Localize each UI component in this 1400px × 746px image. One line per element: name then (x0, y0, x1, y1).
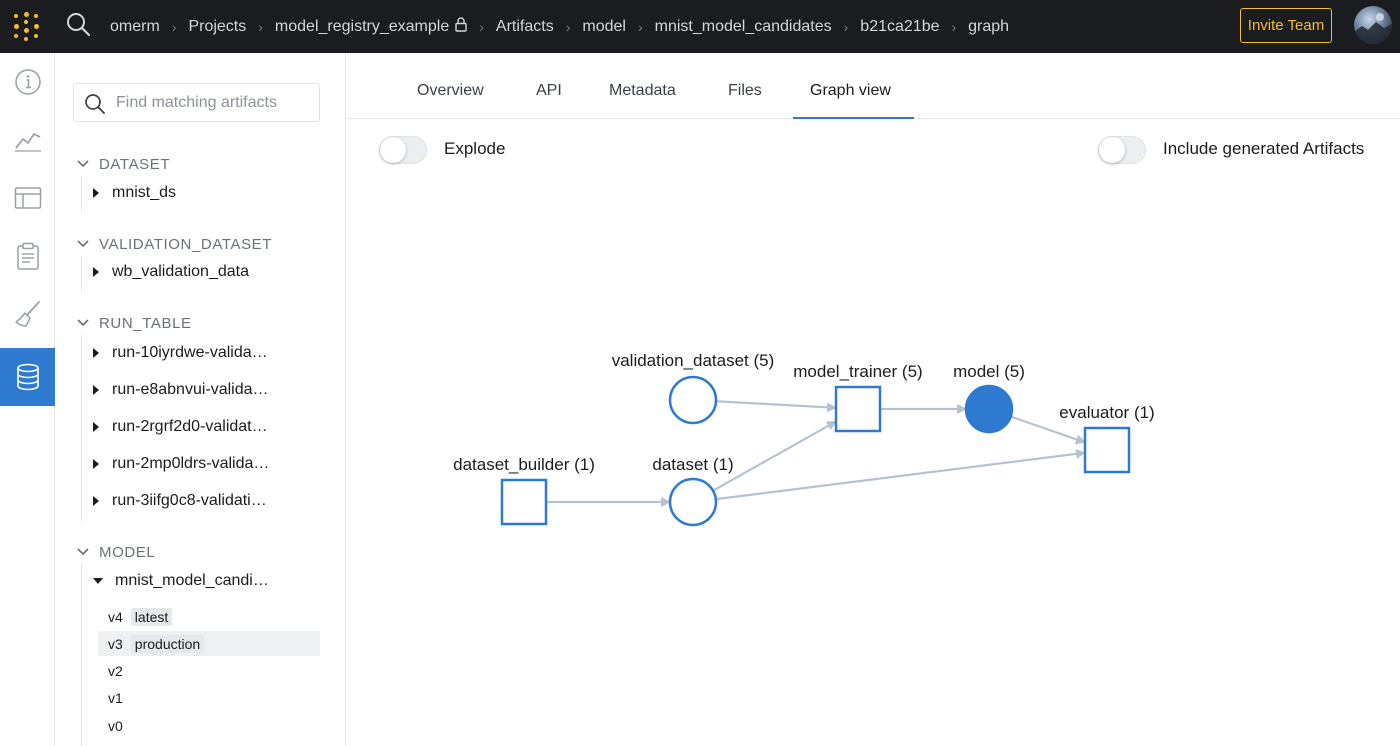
run-node-square[interactable] (1083, 426, 1131, 474)
artifact-node-circle[interactable] (668, 375, 718, 425)
run-node-square[interactable] (834, 385, 882, 433)
graph-edge-validation_dataset-to-model_trainer (715, 400, 837, 413)
run-node-square[interactable] (500, 478, 548, 526)
graph-node-dataset-builder[interactable]: dataset_builder (1) (453, 455, 595, 526)
graph-edge-dataset-to-evaluator (715, 448, 1086, 501)
graph-node-model[interactable]: model (5) (953, 362, 1025, 434)
graph-nodes: dataset_builder (1) dataset (1) validation… (453, 351, 1155, 527)
lineage-graph: dataset_builder (1) dataset (1) validation… (453, 351, 1155, 527)
graph-node-label: model_trainer (5) (793, 362, 922, 381)
graph-node-dataset[interactable]: dataset (1) (652, 455, 734, 527)
graph-node-label: dataset_builder (1) (453, 455, 595, 474)
graph-node-validation-dataset[interactable]: validation_dataset (5) (612, 351, 775, 425)
artifact-node-circle[interactable] (964, 384, 1014, 434)
graph-node-label: evaluator (1) (1059, 403, 1154, 422)
graph-node-label: dataset (1) (652, 455, 733, 474)
graph-node-label: validation_dataset (5) (612, 351, 775, 370)
graph-node-model-trainer[interactable]: model_trainer (5) (793, 362, 923, 433)
graph-node-label: model (5) (953, 362, 1025, 381)
artifact-node-circle[interactable] (668, 477, 718, 527)
